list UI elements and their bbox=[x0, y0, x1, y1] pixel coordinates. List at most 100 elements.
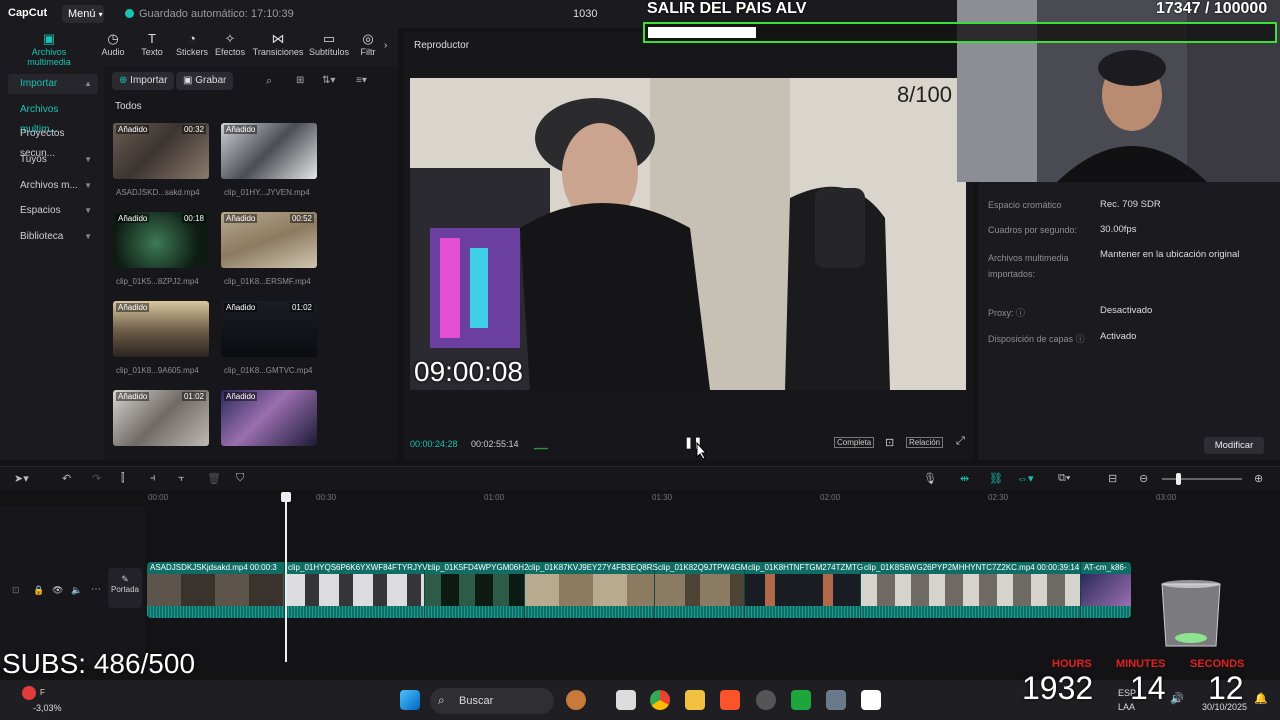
timeline-clip[interactable]: AT-cm_k86- bbox=[1081, 562, 1131, 618]
aspect-ratio-button[interactable]: Relación bbox=[906, 437, 944, 448]
menu-button[interactable]: Menú ▾ bbox=[62, 5, 104, 23]
tab-filters[interactable]: ◎ Filtr bbox=[356, 32, 380, 58]
file-explorer-icon[interactable] bbox=[685, 690, 705, 710]
tab-audio[interactable]: ◷ Audio bbox=[98, 32, 128, 58]
nav-import[interactable]: Importar ▲ bbox=[8, 74, 98, 94]
undo-icon[interactable]: ↶ bbox=[62, 472, 71, 485]
trim-left-icon[interactable]: ⫞ bbox=[150, 472, 156, 485]
playhead[interactable] bbox=[285, 492, 287, 662]
media-thumb[interactable]: Añadido bbox=[221, 123, 317, 179]
select-tool-icon[interactable]: ➤▾ bbox=[14, 472, 29, 485]
nav-library[interactable]: Biblioteca ▼ bbox=[8, 227, 98, 247]
media-thumb[interactable]: Añadido 01:02 bbox=[113, 390, 209, 446]
tab-stickers[interactable]: ◔ Stickers bbox=[174, 32, 210, 58]
task-view-icon[interactable] bbox=[616, 690, 636, 710]
filter-icon[interactable]: ≡▾ bbox=[356, 75, 367, 86]
media-thumb[interactable]: Añadido 00:32 bbox=[113, 123, 209, 179]
video-track[interactable]: ASADJSDKJSKjdsakd.mp4 00:00:3 clip_01HYQ… bbox=[147, 562, 1131, 618]
autosave-status: Guardado automático: 17:10:39 bbox=[125, 8, 294, 20]
nav-spaces[interactable]: Espacios ▼ bbox=[8, 201, 98, 221]
chrome-icon[interactable] bbox=[650, 690, 670, 710]
obs-icon[interactable] bbox=[756, 690, 776, 710]
added-badge: Añadido bbox=[224, 303, 258, 312]
timer-label-seconds: SECONDS bbox=[1190, 658, 1245, 670]
modify-button[interactable]: Modificar bbox=[1204, 437, 1264, 454]
trim-right-icon[interactable]: ⫟ bbox=[178, 472, 185, 485]
volume-icon[interactable]: 🔈 bbox=[71, 585, 82, 596]
text-icon: T bbox=[148, 31, 156, 46]
nav-media-files[interactable]: Archivos multim... bbox=[8, 100, 98, 135]
more-icon[interactable]: ⋯ bbox=[91, 584, 101, 595]
grid-view-icon[interactable]: ⊞ bbox=[296, 75, 304, 86]
zoom-in-icon[interactable]: ⊕ bbox=[1254, 472, 1263, 485]
timeline-clip[interactable]: clip_01K5FD4WPYGM06H2 bbox=[425, 562, 528, 618]
brave-icon[interactable] bbox=[720, 690, 740, 710]
media-thumb[interactable]: Añadido 00:52 bbox=[221, 212, 317, 268]
snapshot-icon[interactable]: ⊡ bbox=[885, 436, 894, 449]
nav-yours[interactable]: Tuyos ▼ bbox=[8, 150, 98, 170]
track-select-icon[interactable]: ⊡ bbox=[12, 585, 20, 596]
tab-text[interactable]: T Texto bbox=[138, 31, 166, 58]
windows-start-icon[interactable] bbox=[400, 690, 420, 710]
notifications-icon[interactable]: 🔔 bbox=[1254, 692, 1268, 705]
nav-media-folder[interactable]: Archivos m... ▼ bbox=[8, 176, 98, 196]
timeline-clip[interactable]: clip_01K8HTNFTGM274TZMTG bbox=[745, 562, 863, 618]
added-badge: Añadido bbox=[116, 125, 150, 134]
timeline-clip[interactable]: clip_01HYQS6P6K6YXWF84FTYRJYVI bbox=[285, 562, 430, 618]
check-icon bbox=[125, 9, 134, 18]
cover-button[interactable]: ✎ Portada bbox=[108, 568, 142, 608]
tab-media[interactable]: ▣ Archivos multimedia bbox=[10, 32, 88, 68]
clip-label: ASADJSDKJSKjdsakd.mp4 00:00:3 bbox=[150, 563, 277, 572]
eye-icon[interactable]: 👁 bbox=[52, 585, 63, 596]
magnet-icon[interactable]: ⇹ bbox=[960, 472, 969, 485]
tab-transitions[interactable]: ⋈ Transiciones bbox=[252, 32, 304, 58]
fullscreen-icon[interactable]: ⤢ bbox=[956, 435, 965, 448]
volume-tray-icon[interactable]: 🔊 bbox=[1170, 692, 1184, 705]
settings-icon[interactable] bbox=[826, 690, 846, 710]
zoom-handle[interactable] bbox=[1176, 473, 1181, 485]
clip-label: clip_01K87KVJ9EY27Y4FB3EQ8RS bbox=[528, 563, 658, 572]
tab-label: Stickers bbox=[175, 47, 208, 57]
media-thumb[interactable]: Añadido bbox=[113, 301, 209, 357]
tabs-scroll-right[interactable]: › bbox=[384, 40, 387, 51]
search-icon[interactable]: ⌕ bbox=[266, 75, 272, 88]
record-button[interactable]: ▣ Grabar bbox=[176, 72, 234, 90]
search-icon: ⌕ bbox=[438, 693, 445, 707]
capcut-icon[interactable] bbox=[861, 690, 881, 710]
full-quality-button[interactable]: Completa bbox=[834, 437, 875, 448]
app-logo: CapCut bbox=[8, 7, 48, 19]
clip-duration: 01:02 bbox=[289, 303, 314, 312]
snap-icon[interactable]: ⧉▾ bbox=[1058, 472, 1070, 485]
media-thumb[interactable]: Añadido bbox=[221, 390, 317, 446]
split-icon[interactable]: ⫿ bbox=[121, 472, 125, 485]
clip-label: clip_01K82Q9JTPW4GM bbox=[658, 563, 748, 572]
timeline-clip[interactable]: clip_01K8S6WG26PYP2MHHYNTC7Z2KC.mp4 00:0… bbox=[861, 562, 1081, 618]
redo-icon[interactable]: ↷ bbox=[92, 472, 101, 485]
marker-icon[interactable]: ⛉ bbox=[236, 472, 244, 485]
media-thumb[interactable]: Añadido 01:02 bbox=[221, 301, 317, 357]
zoom-out-icon[interactable]: ⊖ bbox=[1139, 472, 1148, 485]
preview-axis-icon[interactable]: ⇔▾ bbox=[1017, 472, 1034, 485]
sort-icon[interactable]: ⇅▾ bbox=[322, 75, 335, 86]
lock-icon[interactable]: 🔒 bbox=[33, 585, 44, 596]
nav-secondary-projects[interactable]: Proyectos secun... bbox=[8, 124, 98, 159]
tab-effects[interactable]: ✧ Efectos bbox=[214, 32, 246, 58]
link-icon[interactable]: ⛓ bbox=[989, 472, 1003, 485]
nav-label: Biblioteca bbox=[20, 231, 64, 242]
timeline-clip[interactable]: clip_01K87KVJ9EY27Y4FB3EQ8RS bbox=[525, 562, 658, 618]
tab-subtitles[interactable]: ▭ Subtítulos bbox=[307, 32, 351, 58]
search-highlight-icon bbox=[566, 690, 586, 710]
media-thumb[interactable]: Añadido 00:18 bbox=[113, 212, 209, 268]
zoom-slider[interactable] bbox=[1162, 473, 1242, 485]
xbox-icon[interactable] bbox=[791, 690, 811, 710]
stocks-widget-icon[interactable] bbox=[22, 686, 36, 700]
fit-icon[interactable]: ⊟ bbox=[1108, 472, 1117, 485]
timeline-clip[interactable]: ASADJSDKJSKjdsakd.mp4 00:00:3 bbox=[147, 562, 285, 618]
timeline-clip[interactable]: clip_01K82Q9JTPW4GM bbox=[655, 562, 748, 618]
video-preview[interactable]: 8/100 09:00:08 bbox=[410, 78, 966, 390]
delete-icon[interactable]: 🗑 bbox=[207, 472, 221, 485]
import-button[interactable]: ⊕ Importar bbox=[112, 72, 175, 90]
record-icon: ▣ bbox=[183, 75, 193, 86]
microphone-icon[interactable]: 🎙 bbox=[923, 472, 937, 485]
goal-progress-fill bbox=[648, 27, 756, 38]
